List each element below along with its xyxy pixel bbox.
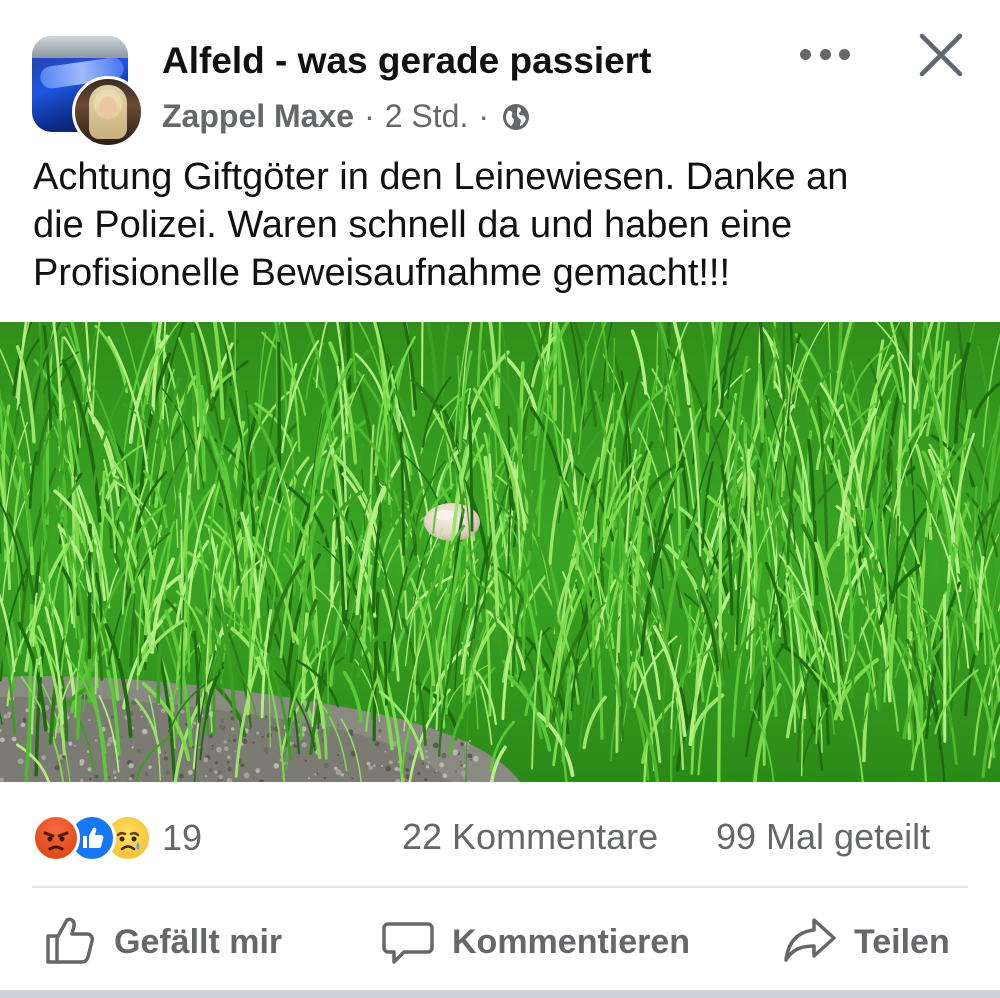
avatar-group[interactable] — [32, 36, 144, 148]
post-meta: Zappel Maxe · 2 Std. · — [162, 98, 531, 135]
post-text-line: die Polizei. Waren schnell da und haben … — [33, 204, 793, 246]
bottom-edge — [0, 990, 1000, 998]
close-icon[interactable] — [918, 32, 964, 78]
post-header: Alfeld - was gerade passiert Zappel Maxe… — [0, 0, 1000, 150]
more-options-icon[interactable] — [800, 40, 850, 68]
angry-reaction-icon — [32, 814, 80, 862]
post-photo[interactable] — [0, 322, 1000, 782]
group-name-link[interactable]: Alfeld - was gerade passiert — [162, 40, 651, 82]
comment-button[interactable]: Kommentieren — [380, 912, 690, 972]
post-text-line: Achtung Giftgöter in den Leinewiesen. Da… — [33, 156, 849, 198]
post-text-line: Profisionelle Beweisaufnahme gemacht!!! — [33, 252, 731, 294]
post-actions: Gefällt mir Kommentieren Teilen — [0, 898, 1000, 988]
divider — [32, 886, 968, 888]
comments-count-link[interactable]: 22 Kommentare — [402, 816, 658, 858]
author-name-link[interactable]: Zappel Maxe — [162, 98, 354, 135]
share-button-label: Teilen — [854, 922, 950, 961]
reaction-count[interactable]: 19 — [162, 817, 202, 859]
post-stats: 19 22 Kommentare 99 Mal geteilt — [0, 800, 1000, 880]
globe-icon — [501, 102, 531, 132]
author-avatar[interactable] — [72, 76, 144, 148]
thumbs-up-icon — [42, 912, 98, 973]
meta-separator: · — [478, 98, 489, 134]
comment-bubble-icon — [380, 912, 436, 973]
shares-count-link[interactable]: 99 Mal geteilt — [716, 816, 930, 858]
like-button-label: Gefällt mir — [114, 922, 283, 961]
post-text: Achtung Giftgöter in den Leinewiesen. Da… — [33, 153, 963, 297]
like-button[interactable]: Gefällt mir — [42, 912, 282, 972]
comment-button-label: Kommentieren — [452, 922, 691, 961]
post-timestamp[interactable]: 2 Std. — [385, 98, 469, 135]
meta-separator: · — [364, 98, 375, 134]
reaction-summary[interactable]: 19 — [32, 814, 202, 862]
share-button[interactable]: Teilen — [782, 912, 950, 972]
share-arrow-icon — [782, 912, 838, 973]
